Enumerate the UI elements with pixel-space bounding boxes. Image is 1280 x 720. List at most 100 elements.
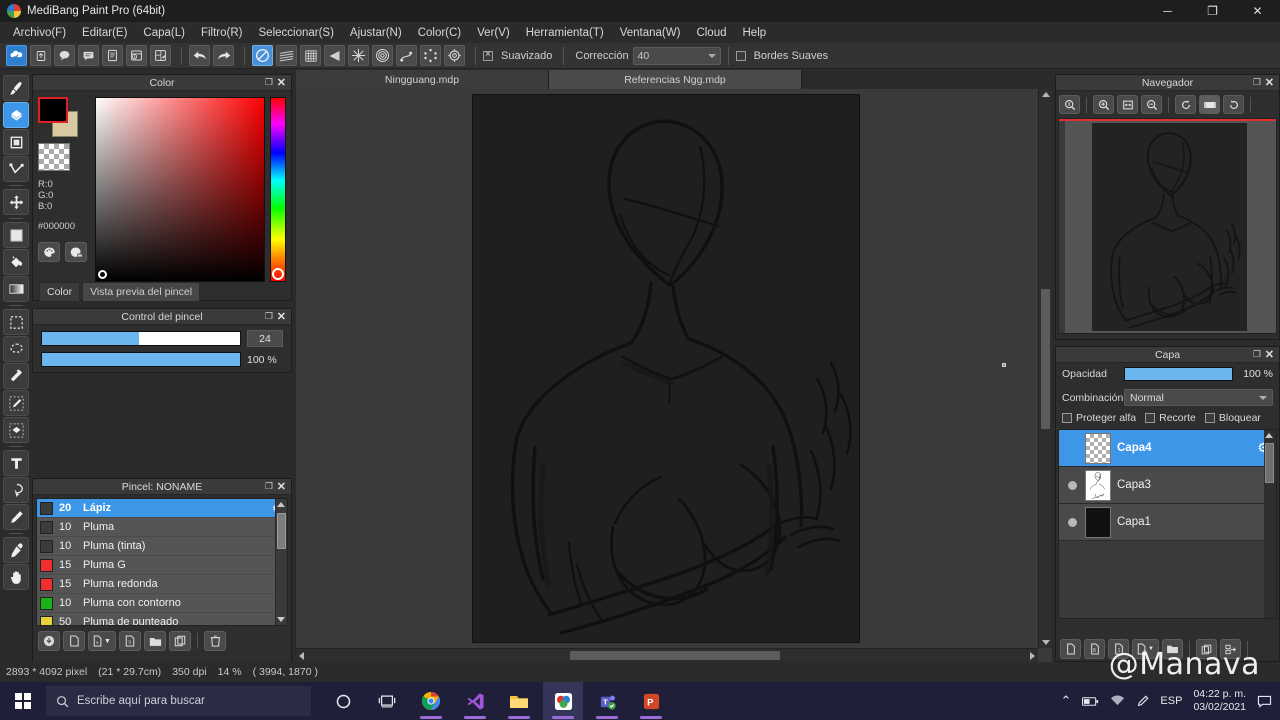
comment-icon[interactable]	[54, 45, 75, 66]
wifi-icon[interactable]	[1110, 695, 1125, 707]
reset-rotation-icon[interactable]	[1199, 95, 1220, 114]
scroll-up-icon[interactable]	[277, 502, 285, 507]
menu-cloud[interactable]: Cloud	[688, 24, 734, 42]
layer-list[interactable]: Capa4 ⚙ Capa3 Capa1	[1058, 429, 1277, 619]
select-pen-tool[interactable]	[3, 390, 29, 416]
scroll-down-icon[interactable]	[277, 617, 285, 622]
layer-item-capa3[interactable]: Capa3	[1059, 467, 1276, 504]
close-icon[interactable]: ✕	[1265, 76, 1274, 89]
ruler-settings-icon[interactable]	[444, 45, 465, 66]
add-palette-icon[interactable]	[65, 242, 87, 262]
move-tool[interactable]	[3, 189, 29, 215]
file-explorer-icon[interactable]	[499, 682, 539, 720]
tab-brush-preview[interactable]: Vista previa del pincel	[82, 282, 201, 301]
no-ruler-icon[interactable]	[252, 45, 273, 66]
gradient-tool[interactable]	[3, 276, 29, 302]
merge-layer-icon[interactable]	[1220, 639, 1241, 659]
fit-screen-icon[interactable]	[1117, 95, 1138, 114]
close-icon[interactable]: ✕	[1265, 348, 1274, 361]
rect-select-tool[interactable]	[3, 309, 29, 335]
script-brush-icon[interactable]: s	[119, 631, 141, 651]
menu-ver[interactable]: Ver(V)	[469, 24, 518, 42]
lock-checkbox[interactable]: Bloquear	[1204, 412, 1261, 424]
scrollbar-thumb[interactable]	[1041, 289, 1050, 429]
bucket-tool[interactable]	[3, 249, 29, 275]
brush-tool[interactable]	[3, 75, 29, 101]
concentric-ruler-icon[interactable]	[372, 45, 393, 66]
scrollbar-thumb[interactable]	[277, 513, 286, 549]
vanishing-point-icon[interactable]	[324, 45, 345, 66]
brush-item-lapiz[interactable]: 20 Lápiz ⚙	[37, 499, 287, 518]
cloud-save-icon[interactable]	[6, 45, 27, 66]
shape-tool[interactable]	[3, 129, 29, 155]
add-layer-menu-icon[interactable]: ▼	[1132, 639, 1159, 659]
menu-seleccionar[interactable]: Seleccionar(S)	[251, 24, 342, 42]
menu-ajustar[interactable]: Ajustar(N)	[342, 24, 410, 42]
magic-wand-tool[interactable]	[3, 363, 29, 389]
new-layer-icon[interactable]	[1060, 639, 1081, 659]
close-button[interactable]: ✕	[1235, 0, 1280, 22]
language-indicator[interactable]: ESP	[1160, 695, 1182, 707]
clock[interactable]: 04:22 p. m. 03/02/2021	[1193, 688, 1246, 714]
brush-item-pluma[interactable]: 10 Pluma	[37, 518, 287, 537]
radial-ruler-icon[interactable]	[348, 45, 369, 66]
color-swatches[interactable]	[38, 97, 84, 137]
cortana-icon[interactable]	[323, 682, 363, 720]
brush-list[interactable]: 20 Lápiz ⚙ 10 Pluma 10 Pluma (tinta) 15 …	[36, 498, 288, 626]
popout-icon[interactable]: ❐	[1253, 349, 1261, 360]
layer-item-capa4[interactable]: Capa4 ⚙	[1059, 430, 1276, 467]
layer-visibility-toggle[interactable]	[1059, 480, 1085, 490]
medibang-icon[interactable]	[543, 682, 583, 720]
tab-color[interactable]: Color	[39, 282, 81, 301]
protect-alpha-checkbox[interactable]: Proteger alfa	[1062, 412, 1136, 424]
new-8bit-layer-icon[interactable]: 8	[1084, 639, 1105, 659]
scroll-left-icon[interactable]	[299, 652, 304, 660]
scroll-up-icon[interactable]	[1265, 433, 1273, 438]
scroll-up-icon[interactable]	[1042, 92, 1050, 97]
brush-item-pluma-tinta[interactable]: 10 Pluma (tinta)	[37, 537, 287, 556]
new-1bit-layer-icon[interactable]: 1	[1108, 639, 1129, 659]
layer-item-capa1[interactable]: Capa1	[1059, 504, 1276, 541]
folder-icon[interactable]	[144, 631, 166, 651]
menu-filtro[interactable]: Filtro(R)	[193, 24, 251, 42]
menu-capa[interactable]: Capa(L)	[135, 24, 193, 42]
brush-opacity-slider[interactable]	[41, 352, 241, 367]
saturation-value-picker[interactable]	[95, 97, 266, 282]
lasso-select-tool[interactable]	[3, 336, 29, 362]
rotate-right-icon[interactable]	[1223, 95, 1244, 114]
folder-icon[interactable]	[1162, 639, 1183, 659]
smoothing-checkbox[interactable]	[483, 49, 493, 61]
start-button[interactable]	[0, 682, 46, 720]
zoom-in-icon[interactable]	[1093, 95, 1114, 114]
popout-icon[interactable]: ❐	[265, 481, 273, 492]
powerpoint-icon[interactable]: P	[631, 682, 671, 720]
notification-icon[interactable]	[1257, 695, 1272, 708]
zoom-out-icon[interactable]	[1141, 95, 1162, 114]
maximize-button[interactable]: ❐	[1190, 0, 1235, 22]
brush-item-pluma-punteado[interactable]: 50 Pluma de punteado	[37, 613, 287, 625]
artboard[interactable]	[473, 95, 859, 642]
new-brush-icon[interactable]	[63, 631, 85, 651]
copy-icon[interactable]	[169, 631, 191, 651]
v scode-icon[interactable]	[455, 682, 495, 720]
brush-item-pluma-g[interactable]: 15 Pluma G	[37, 556, 287, 575]
rotate-left-icon[interactable]	[1175, 95, 1196, 114]
popout-icon[interactable]: ❐	[265, 311, 273, 322]
clipping-checkbox[interactable]: Recorte	[1145, 412, 1196, 424]
brush-size-value[interactable]: 24	[247, 330, 283, 347]
teams-icon[interactable]: T	[587, 682, 627, 720]
select-eraser-tool[interactable]	[3, 417, 29, 443]
layer-list-scrollbar[interactable]	[1264, 430, 1276, 618]
layer-opacity-slider[interactable]	[1124, 367, 1233, 381]
zoom-reset-icon[interactable]	[1059, 95, 1080, 114]
scrollbar-thumb[interactable]	[1265, 443, 1274, 483]
menu-ventana[interactable]: Ventana(W)	[612, 24, 689, 42]
canvas-vertical-scrollbar[interactable]	[1038, 89, 1052, 648]
brush-size-slider[interactable]	[41, 331, 241, 346]
chat-icon[interactable]	[78, 45, 99, 66]
tab-ningguang[interactable]: Ningguang.mdp	[296, 70, 549, 89]
duplicate-brush-icon[interactable]: ▼	[88, 631, 116, 651]
cloud-upload-icon[interactable]	[30, 45, 51, 66]
redo-button[interactable]	[213, 45, 234, 66]
popout-icon[interactable]: ❐	[1253, 77, 1261, 88]
